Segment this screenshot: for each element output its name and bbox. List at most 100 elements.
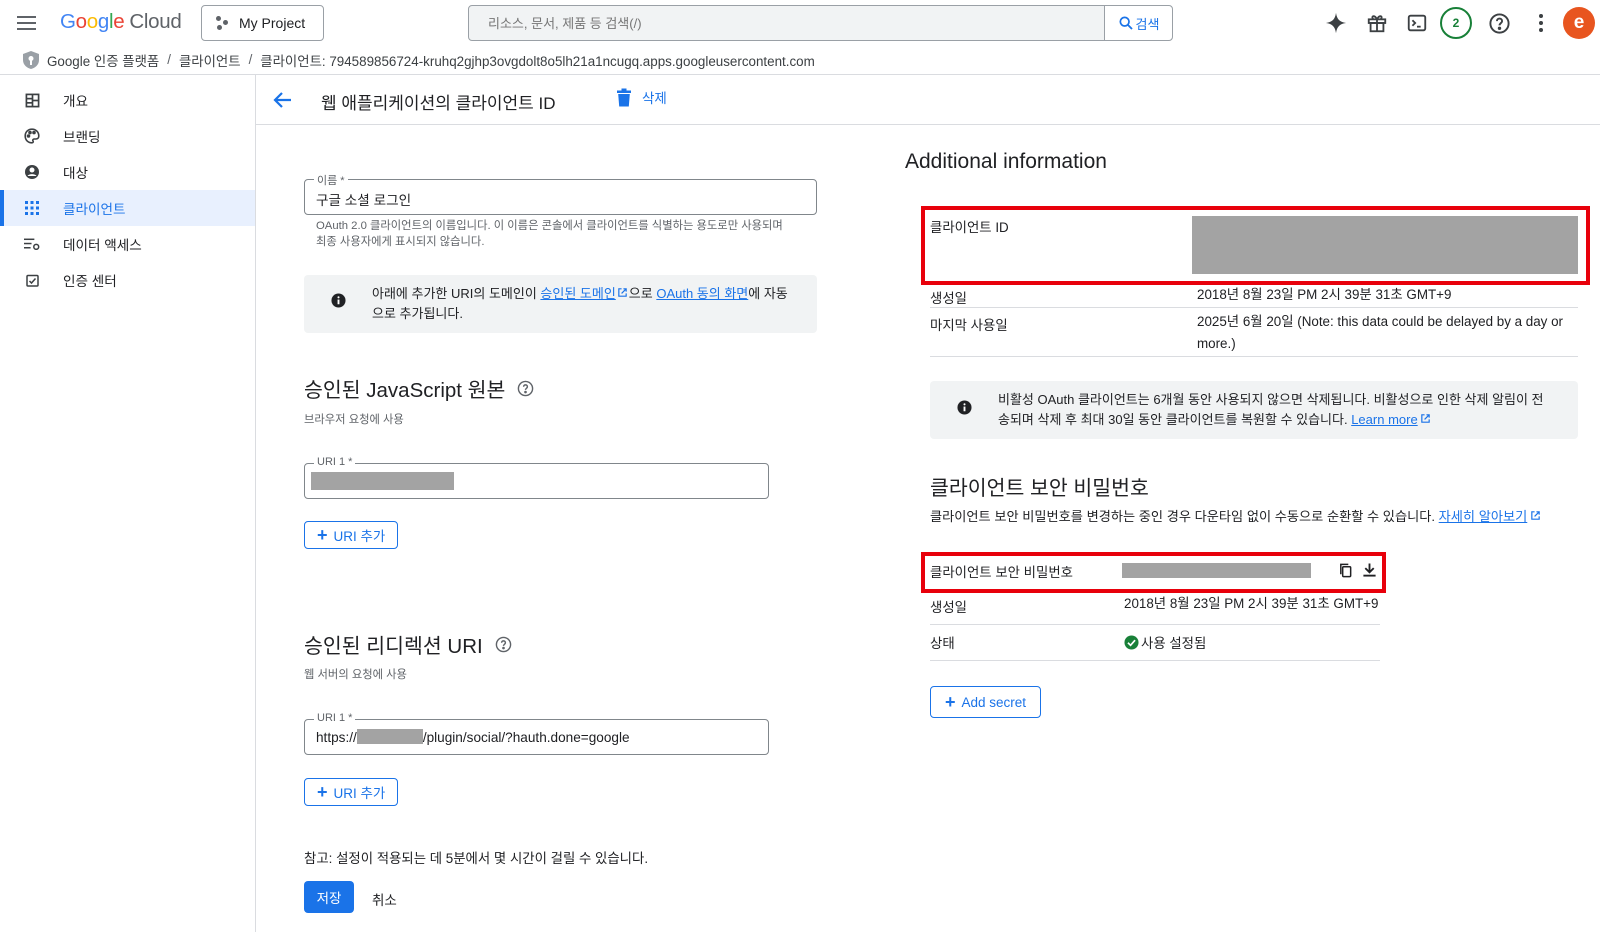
- info-icon: [957, 400, 972, 415]
- account-circle-icon: [24, 164, 40, 180]
- search-button[interactable]: 검색: [1104, 6, 1172, 40]
- redirect-uris-subtitle: 웹 서버의 요청에 사용: [304, 669, 407, 681]
- top-app-bar: GoogleCloud My Project 검색 2 e: [0, 0, 1600, 45]
- breadcrumb-separator: /: [167, 52, 171, 67]
- divider: [930, 660, 1380, 661]
- save-button[interactable]: 저장: [304, 881, 354, 913]
- sidebar-item-label: 인증 센터: [63, 274, 117, 289]
- divider: [930, 356, 1578, 357]
- check-circle-icon: [1124, 634, 1139, 650]
- search-icon: [1118, 16, 1133, 30]
- created-value: 2018년 8월 23일 PM 2시 39분 31초 GMT+9: [1197, 287, 1452, 302]
- client-id-label: 클라이언트 ID: [930, 220, 1009, 235]
- sidebar-item-label: 브랜딩: [63, 130, 101, 145]
- sidebar-item-overview[interactable]: 개요: [0, 82, 255, 118]
- page-title: 웹 애플리케이션의 클라이언트 ID: [321, 94, 556, 113]
- breadcrumb-separator: /: [248, 52, 253, 67]
- last-used-label: 마지막 사용일: [930, 318, 1008, 333]
- client-name-value: 구글 소셜 로그인: [316, 193, 412, 208]
- add-uri-label: URI 추가: [333, 786, 386, 801]
- help-circle-icon[interactable]: [495, 636, 512, 653]
- secret-created-value: 2018년 8월 23일 PM 2시 39분 31초 GMT+9: [1124, 596, 1379, 611]
- download-icon[interactable]: [1362, 562, 1377, 578]
- external-link-icon: [618, 288, 627, 297]
- breadcrumb: Google 인증 플랫폼 / 클라이언트 / 클라이언트: 794589856…: [0, 45, 1600, 75]
- js-origin-uri-1-field[interactable]: URI 1 *: [304, 456, 769, 499]
- redirect-uris-title: 승인된 리디렉션 URI: [304, 629, 512, 659]
- redacted-domain: [356, 729, 423, 744]
- dashboard-icon: [24, 92, 40, 108]
- redacted-value: [311, 472, 454, 490]
- sidebar-item-audience[interactable]: 대상: [0, 154, 255, 190]
- notifications-count-badge[interactable]: 2: [1440, 7, 1472, 39]
- external-link-icon: [1531, 511, 1541, 520]
- external-link-icon: [1420, 414, 1430, 423]
- add-secret-label: Add secret: [961, 694, 1027, 710]
- more-vert-icon[interactable]: [1527, 9, 1555, 37]
- inactive-client-info-banner: 비활성 OAuth 클라이언트는 6개월 동안 사용되지 않으면 삭제됩니다. …: [930, 381, 1578, 439]
- delete-button[interactable]: 삭제: [616, 87, 667, 107]
- client-name-helper: OAuth 2.0 클라이언트의 이름입니다. 이 이름은 콘솔에서 클라이언트…: [316, 220, 783, 248]
- redirect-uri-1-label: URI 1 *: [314, 712, 356, 724]
- sidebar-nav: 개요 브랜딩 대상 클라이언트 데이터 액세스 인증 센터: [0, 75, 256, 932]
- domain-info-banner: 아래에 추가한 URI의 도메인이 승인된 도메인 으로 OAuth 동의 화면에…: [304, 275, 817, 333]
- sidebar-item-verification-center[interactable]: 인증 센터: [0, 262, 255, 298]
- breadcrumb-auth-platform[interactable]: Google 인증 플랫폼: [47, 50, 159, 70]
- authorized-domains-link[interactable]: 승인된 도메인: [540, 286, 615, 301]
- learn-more-secrets-link[interactable]: 자세히 알아보기: [1439, 509, 1528, 524]
- client-secret-label: 클라이언트 보안 비밀번호: [930, 565, 1073, 580]
- project-picker-button[interactable]: My Project: [201, 5, 324, 41]
- verified-check-icon: [24, 272, 40, 288]
- client-secrets-title: 클라이언트 보안 비밀번호: [930, 477, 1149, 500]
- palette-icon: [24, 128, 40, 144]
- plus-icon: +: [317, 525, 328, 545]
- redirect-uri-1-field[interactable]: URI 1 * https:///plugin/social/?hauth.do…: [304, 712, 769, 755]
- last-used-value: 2025년 6월 20일 (Note: this data could be d…: [1197, 314, 1563, 351]
- account-avatar[interactable]: e: [1563, 7, 1595, 39]
- secret-status-value: 사용 설정됨: [1141, 636, 1207, 651]
- learn-more-link[interactable]: Learn more: [1351, 412, 1417, 427]
- breadcrumb-clients[interactable]: 클라이언트: [179, 50, 241, 70]
- secret-created-label: 생성일: [930, 600, 967, 615]
- add-redirect-uri-button[interactable]: + URI 추가: [304, 778, 399, 806]
- add-secret-button[interactable]: + Add secret: [930, 686, 1042, 718]
- domain-info-text: 아래에 추가한 URI의 도메인이 승인된 도메인 으로 OAuth 동의 화면에…: [372, 286, 788, 321]
- copy-icon[interactable]: [1338, 563, 1353, 578]
- shield-icon: [23, 50, 39, 69]
- trash-icon: [617, 88, 631, 106]
- gift-icon[interactable]: [1363, 9, 1391, 37]
- search-button-label: 검색: [1135, 16, 1160, 32]
- redacted-client-secret: [1122, 563, 1311, 578]
- client-name-field[interactable]: 이름 * 구글 소셜 로그인: [304, 172, 817, 215]
- help-icon[interactable]: [1485, 9, 1513, 37]
- secret-status-label: 상태: [930, 636, 955, 651]
- redacted-client-id: [1192, 216, 1578, 274]
- divider: [930, 624, 1380, 625]
- google-cloud-logo[interactable]: Google Cloud: [60, 10, 182, 34]
- gemini-sparkle-icon[interactable]: [1322, 9, 1350, 37]
- cancel-button[interactable]: 취소: [372, 889, 397, 909]
- sidebar-item-clients[interactable]: 클라이언트: [0, 190, 255, 226]
- settings-list-icon: [24, 236, 40, 252]
- redirect-uri-1-value: https:///plugin/social/?hauth.done=googl…: [316, 729, 630, 745]
- js-origin-uri-1-label: URI 1 *: [314, 456, 356, 468]
- hamburger-menu-icon[interactable]: [17, 13, 37, 31]
- help-circle-icon[interactable]: [517, 380, 534, 397]
- back-arrow-icon[interactable]: [271, 88, 295, 112]
- add-js-origin-uri-button[interactable]: + URI 추가: [304, 521, 399, 549]
- client-name-label: 이름 *: [314, 172, 348, 188]
- sidebar-item-branding[interactable]: 브랜딩: [0, 118, 255, 154]
- search-bar: 검색: [468, 5, 1173, 41]
- search-input[interactable]: [469, 6, 1104, 40]
- divider: [930, 307, 1578, 308]
- breadcrumb-current-client: 클라이언트: 794589856724-kruhq2gjhp3ovgdolt8o…: [260, 53, 815, 69]
- js-origins-title: 승인된 JavaScript 원본: [304, 373, 534, 403]
- page-header: 웹 애플리케이션의 클라이언트 ID 삭제: [256, 75, 1600, 125]
- cloud-shell-terminal-icon[interactable]: [1403, 9, 1431, 37]
- js-origins-subtitle: 브라우저 요청에 사용: [304, 414, 404, 426]
- sidebar-item-label: 개요: [63, 94, 89, 109]
- delete-button-label: 삭제: [642, 91, 667, 106]
- sidebar-item-data-access[interactable]: 데이터 액세스: [0, 226, 255, 262]
- plus-icon: +: [317, 782, 328, 802]
- oauth-consent-screen-link[interactable]: OAuth 동의 화면: [656, 286, 748, 301]
